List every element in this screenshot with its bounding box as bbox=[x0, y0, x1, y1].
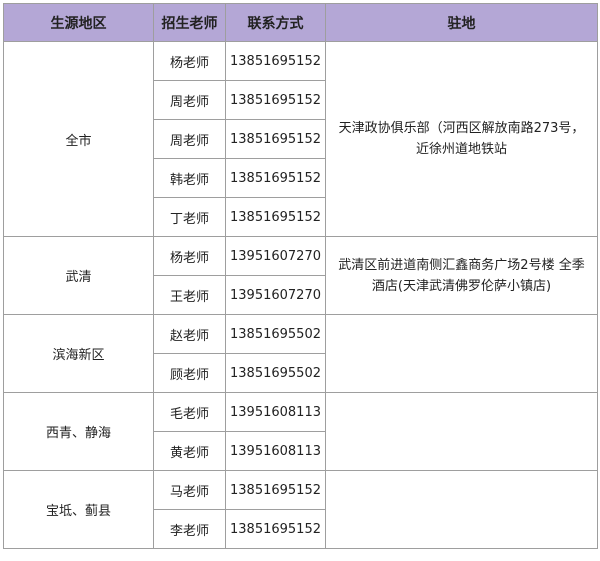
table-row: 武清 杨老师 13951607270 武清区前进道南侧汇鑫商务广场2号楼 全季酒… bbox=[3, 236, 598, 315]
table-row: 西青、静海 毛老师 13951608113 bbox=[3, 392, 598, 471]
phone-cell: 13951607270 bbox=[225, 275, 326, 315]
table-header-row: 生源地区 招生老师 联系方式 驻地 bbox=[3, 3, 598, 42]
region-cell: 宝坻、蓟县 bbox=[3, 470, 154, 549]
table-row: 滨海新区 赵老师 13851695502 bbox=[3, 314, 598, 393]
header-location: 驻地 bbox=[325, 3, 598, 42]
header-region: 生源地区 bbox=[3, 3, 154, 42]
region-cell: 全市 bbox=[3, 41, 154, 237]
phone-cell: 13851695152 bbox=[225, 197, 326, 237]
region-cell: 西青、静海 bbox=[3, 392, 154, 471]
phone-cell: 13851695152 bbox=[225, 470, 326, 510]
region-cell: 武清 bbox=[3, 236, 154, 315]
teacher-cell: 丁老师 bbox=[153, 197, 226, 237]
teacher-cell: 杨老师 bbox=[153, 41, 226, 81]
address-cell: 武清区前进道南侧汇鑫商务广场2号楼 全季酒店(天津武清佛罗伦萨小镇店) bbox=[325, 236, 598, 315]
address-cell bbox=[325, 470, 598, 549]
teacher-cell: 黄老师 bbox=[153, 431, 226, 471]
phone-cell: 13851695152 bbox=[225, 158, 326, 198]
phone-cell: 13951607270 bbox=[225, 236, 326, 276]
teacher-cell: 王老师 bbox=[153, 275, 226, 315]
table-row: 宝坻、蓟县 马老师 13851695152 bbox=[3, 470, 598, 549]
teacher-cell: 毛老师 bbox=[153, 392, 226, 432]
phone-cell: 13851695152 bbox=[225, 509, 326, 549]
teacher-cell: 周老师 bbox=[153, 119, 226, 159]
phone-cell: 13951608113 bbox=[225, 431, 326, 471]
header-teacher: 招生老师 bbox=[153, 3, 226, 42]
phone-cell: 13851695502 bbox=[225, 314, 326, 354]
phone-cell: 13951608113 bbox=[225, 392, 326, 432]
address-cell bbox=[325, 392, 598, 471]
phone-cell: 13851695152 bbox=[225, 80, 326, 120]
teacher-cell: 杨老师 bbox=[153, 236, 226, 276]
teacher-cell: 李老师 bbox=[153, 509, 226, 549]
teacher-cell: 周老师 bbox=[153, 80, 226, 120]
recruitment-table-wrapper: 生源地区 招生老师 联系方式 驻地 全市 杨老师 13851695152 天津政… bbox=[3, 3, 598, 549]
phone-cell: 13851695502 bbox=[225, 353, 326, 393]
table-row: 全市 杨老师 13851695152 天津政协俱乐部（河西区解放南路273号，近… bbox=[3, 41, 598, 237]
teacher-cell: 韩老师 bbox=[153, 158, 226, 198]
address-cell bbox=[325, 314, 598, 393]
header-contact: 联系方式 bbox=[225, 3, 326, 42]
phone-cell: 13851695152 bbox=[225, 41, 326, 81]
region-cell: 滨海新区 bbox=[3, 314, 154, 393]
address-cell: 天津政协俱乐部（河西区解放南路273号，近徐州道地铁站 bbox=[325, 41, 598, 237]
teacher-cell: 马老师 bbox=[153, 470, 226, 510]
recruitment-contact-table: 生源地区 招生老师 联系方式 驻地 全市 杨老师 13851695152 天津政… bbox=[3, 3, 598, 549]
teacher-cell: 顾老师 bbox=[153, 353, 226, 393]
teacher-cell: 赵老师 bbox=[153, 314, 226, 354]
phone-cell: 13851695152 bbox=[225, 119, 326, 159]
